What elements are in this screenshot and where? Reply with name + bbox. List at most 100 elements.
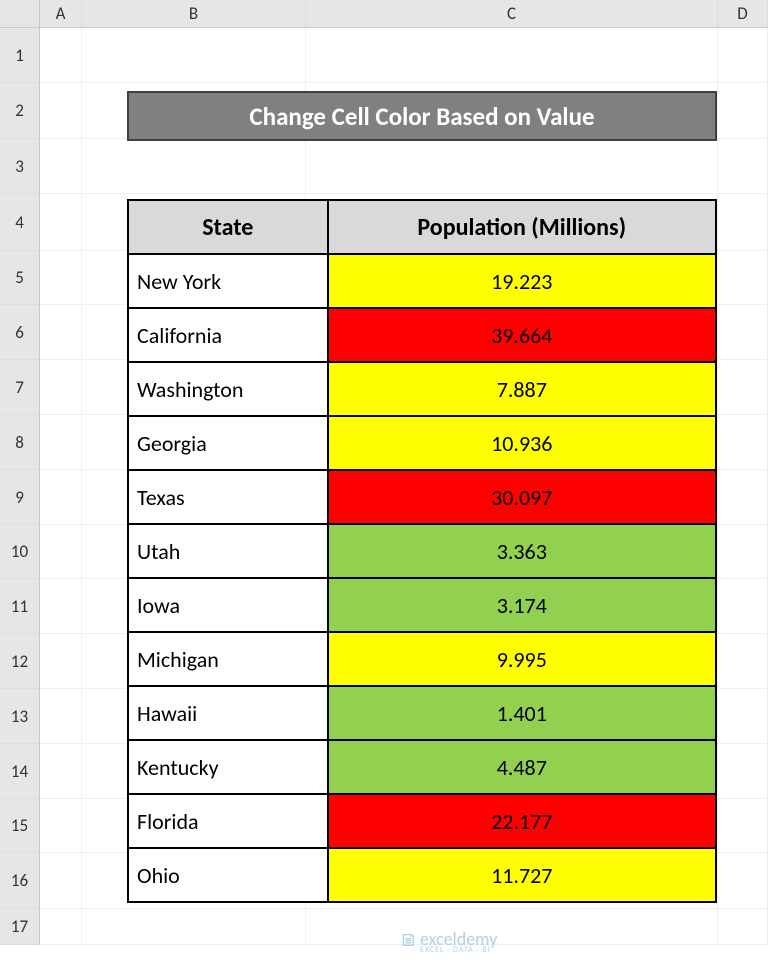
cell-D13[interactable]: [718, 689, 768, 744]
cell-A3[interactable]: [40, 139, 82, 194]
header-state[interactable]: State: [128, 200, 328, 254]
cell-A13[interactable]: [40, 689, 82, 744]
cell-D17[interactable]: [718, 909, 768, 945]
cell-D14[interactable]: [718, 744, 768, 799]
cell-population[interactable]: 1.401: [328, 686, 716, 740]
cell-A11[interactable]: [40, 579, 82, 634]
cell-A17[interactable]: [40, 909, 82, 945]
column-header-D[interactable]: D: [718, 0, 768, 28]
row-header-5[interactable]: 5: [0, 251, 40, 305]
cell-C17[interactable]: [306, 909, 718, 945]
cell-population[interactable]: 9.995: [328, 632, 716, 686]
row-header-3[interactable]: 3: [0, 139, 40, 194]
cell-B17[interactable]: [82, 909, 306, 945]
cell-A7[interactable]: [40, 360, 82, 415]
cell-D1[interactable]: [718, 28, 768, 83]
row-header-10[interactable]: 10: [0, 525, 40, 579]
table-row: California39.664: [128, 308, 716, 362]
cell-D9[interactable]: [718, 470, 768, 525]
cell-D10[interactable]: [718, 525, 768, 579]
cell-D7[interactable]: [718, 360, 768, 415]
row-header-11[interactable]: 11: [0, 579, 40, 634]
cell-A8[interactable]: [40, 415, 82, 470]
table-row: Hawaii1.401: [128, 686, 716, 740]
cell-A2[interactable]: [40, 83, 82, 139]
cell-A14[interactable]: [40, 744, 82, 799]
row-header-1[interactable]: 1: [0, 28, 40, 83]
row-header-12[interactable]: 12: [0, 634, 40, 689]
cell-A9[interactable]: [40, 470, 82, 525]
row-header-13[interactable]: 13: [0, 689, 40, 744]
table-row: Iowa3.174: [128, 578, 716, 632]
cell-population[interactable]: 3.363: [328, 524, 716, 578]
cell-state[interactable]: Iowa: [128, 578, 328, 632]
cell-D8[interactable]: [718, 415, 768, 470]
cell-B1[interactable]: [82, 28, 306, 83]
cell-state[interactable]: Hawaii: [128, 686, 328, 740]
cell-state[interactable]: Kentucky: [128, 740, 328, 794]
cell-D6[interactable]: [718, 305, 768, 360]
cell-D11[interactable]: [718, 579, 768, 634]
cell-A15[interactable]: [40, 799, 82, 853]
cell-C3[interactable]: [306, 139, 718, 194]
cell-D16[interactable]: [718, 853, 768, 909]
cell-D5[interactable]: [718, 251, 768, 305]
data-table: State Population (Millions) New York19.2…: [127, 199, 717, 903]
cell-B3[interactable]: [82, 139, 306, 194]
table-row: New York19.223: [128, 254, 716, 308]
cell-D15[interactable]: [718, 799, 768, 853]
table-header-row: State Population (Millions): [128, 200, 716, 254]
cell-D3[interactable]: [718, 139, 768, 194]
cell-population[interactable]: 7.887: [328, 362, 716, 416]
cell-population[interactable]: 39.664: [328, 308, 716, 362]
select-all-corner[interactable]: [0, 0, 40, 28]
cell-state[interactable]: Utah: [128, 524, 328, 578]
row-header-15[interactable]: 15: [0, 799, 40, 853]
table-row: Florida22.177: [128, 794, 716, 848]
cell-A16[interactable]: [40, 853, 82, 909]
cell-A6[interactable]: [40, 305, 82, 360]
cell-C1[interactable]: [306, 28, 718, 83]
cell-A12[interactable]: [40, 634, 82, 689]
row-header-6[interactable]: 6: [0, 305, 40, 360]
row-header-14[interactable]: 14: [0, 744, 40, 799]
cell-population[interactable]: 11.727: [328, 848, 716, 902]
row-header-8[interactable]: 8: [0, 415, 40, 470]
cell-state[interactable]: California: [128, 308, 328, 362]
watermark-tagline: EXCEL · DATA · BI: [420, 946, 497, 954]
cell-population[interactable]: 22.177: [328, 794, 716, 848]
title-text: Change Cell Color Based on Value: [249, 101, 594, 132]
column-header-C[interactable]: C: [306, 0, 718, 28]
row-header-7[interactable]: 7: [0, 360, 40, 415]
cell-state[interactable]: New York: [128, 254, 328, 308]
cell-D12[interactable]: [718, 634, 768, 689]
cell-population[interactable]: 4.487: [328, 740, 716, 794]
cell-state[interactable]: Michigan: [128, 632, 328, 686]
title-merged-cell[interactable]: Change Cell Color Based on Value: [127, 91, 717, 141]
cell-state[interactable]: Ohio: [128, 848, 328, 902]
cell-A10[interactable]: [40, 525, 82, 579]
table-row: Texas30.097: [128, 470, 716, 524]
cell-state[interactable]: Texas: [128, 470, 328, 524]
cell-A5[interactable]: [40, 251, 82, 305]
cell-state[interactable]: Florida: [128, 794, 328, 848]
cell-population[interactable]: 10.936: [328, 416, 716, 470]
row-header-4[interactable]: 4: [0, 194, 40, 251]
table-row: Utah3.363: [128, 524, 716, 578]
cell-A1[interactable]: [40, 28, 82, 83]
column-header-A[interactable]: A: [40, 0, 82, 28]
cell-A4[interactable]: [40, 194, 82, 251]
cell-state[interactable]: Georgia: [128, 416, 328, 470]
row-header-2[interactable]: 2: [0, 83, 40, 139]
row-header-16[interactable]: 16: [0, 853, 40, 909]
cell-state[interactable]: Washington: [128, 362, 328, 416]
header-population[interactable]: Population (Millions): [328, 200, 716, 254]
cell-population[interactable]: 3.174: [328, 578, 716, 632]
row-header-17[interactable]: 17: [0, 909, 40, 945]
cell-population[interactable]: 19.223: [328, 254, 716, 308]
cell-population[interactable]: 30.097: [328, 470, 716, 524]
cell-D2[interactable]: [718, 83, 768, 139]
cell-D4[interactable]: [718, 194, 768, 251]
column-header-B[interactable]: B: [82, 0, 306, 28]
row-header-9[interactable]: 9: [0, 470, 40, 525]
